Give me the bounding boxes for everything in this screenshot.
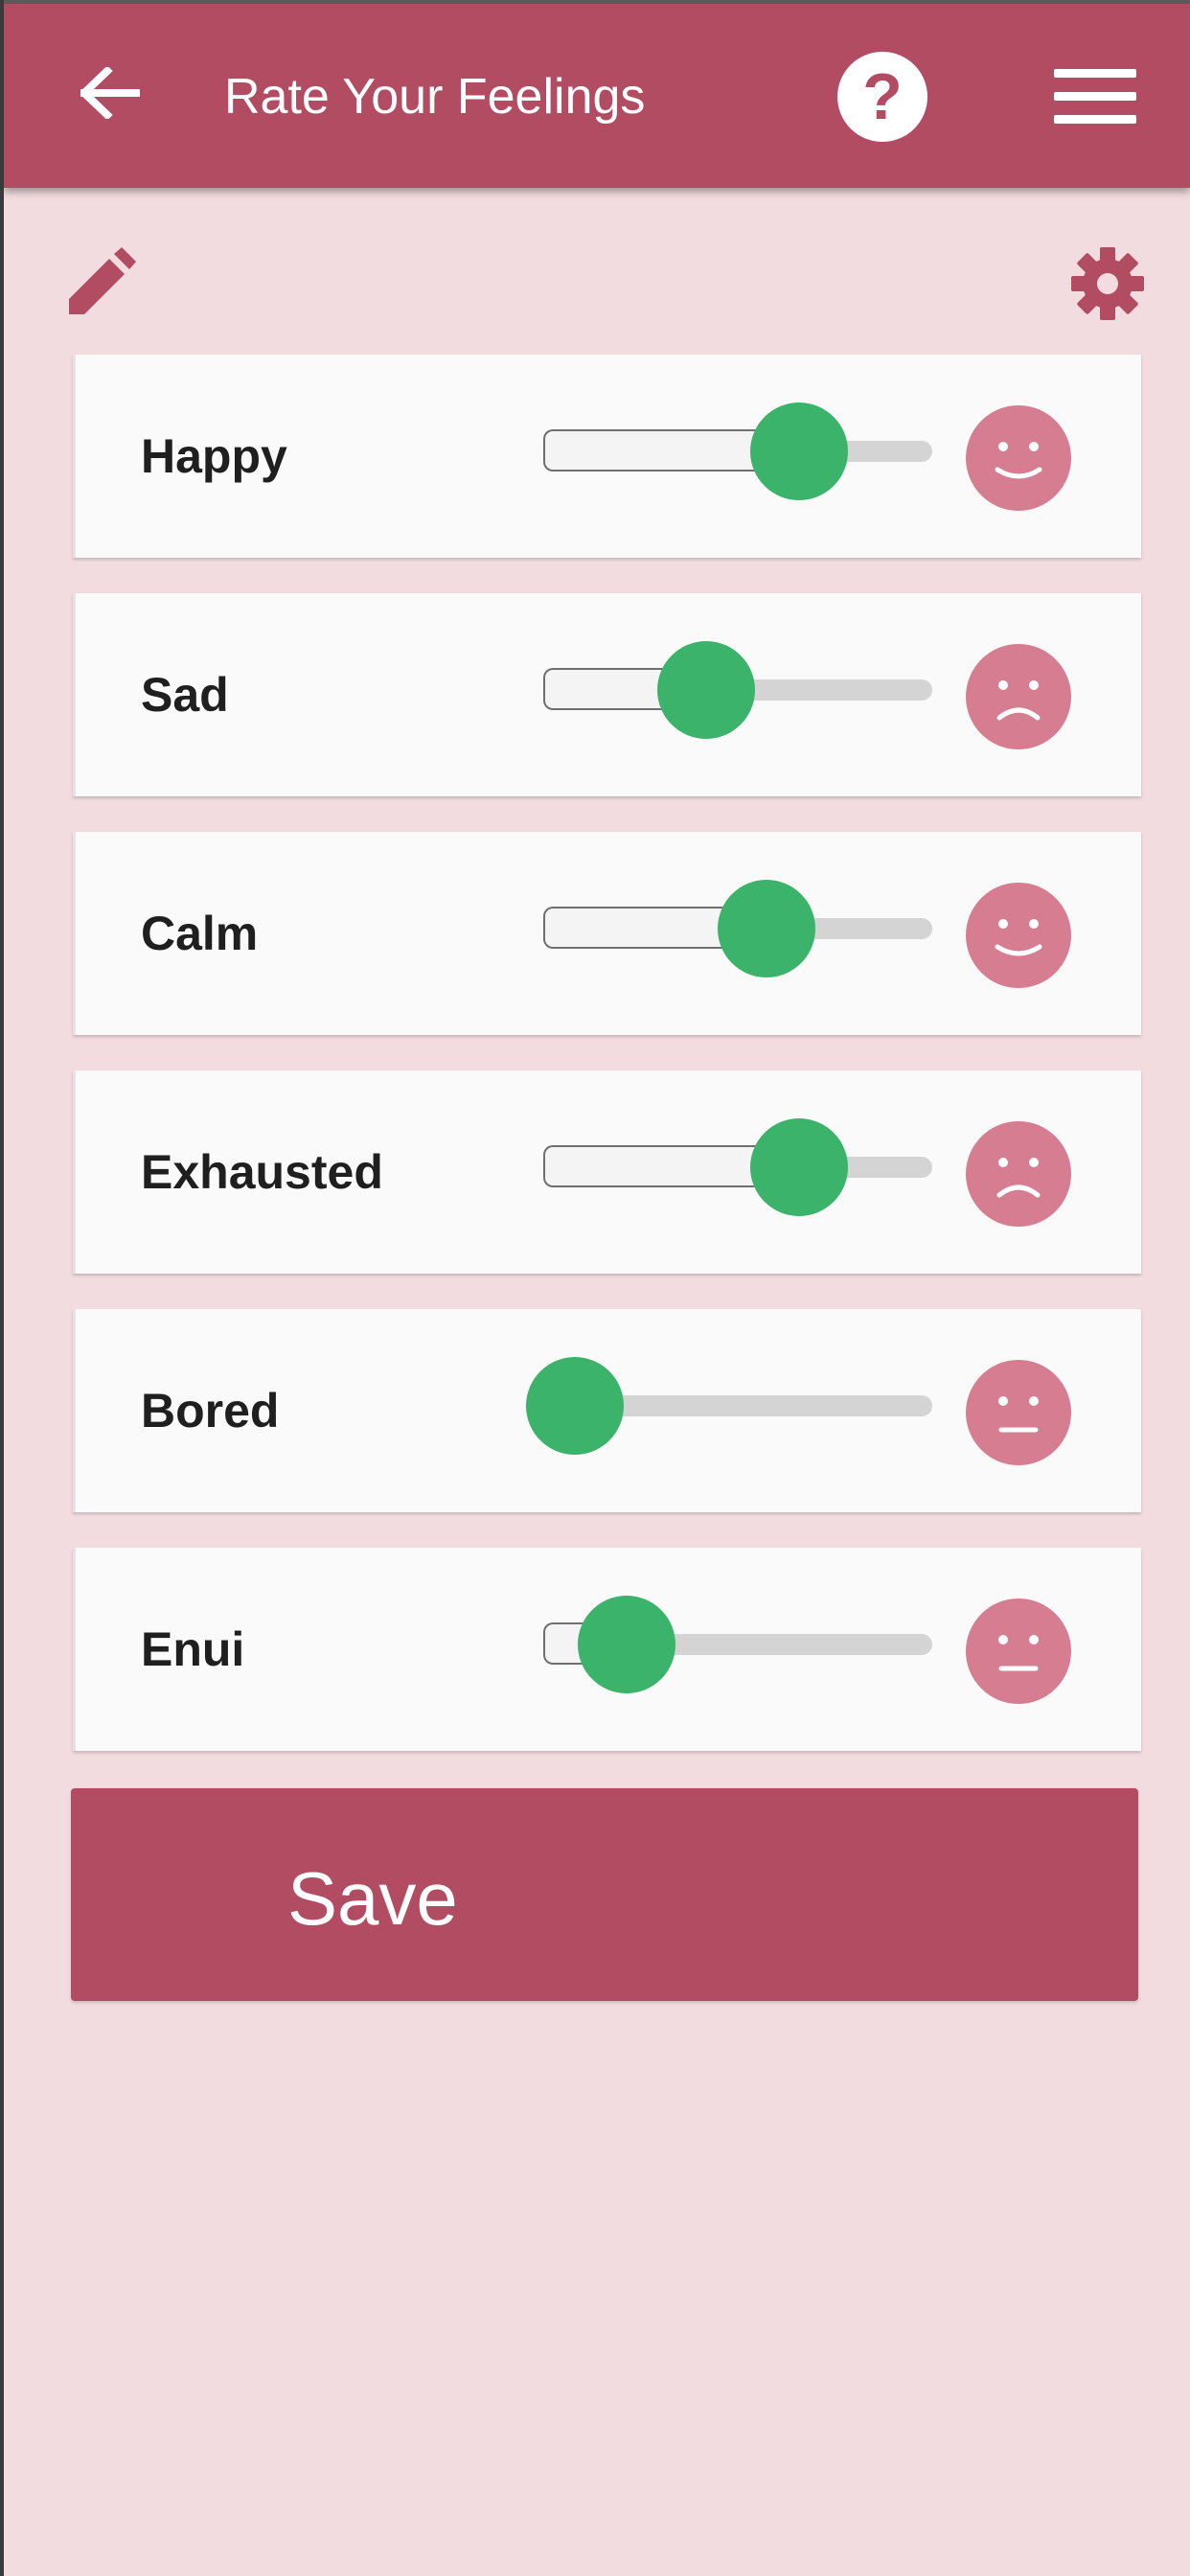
feeling-label: Bored (141, 1384, 280, 1438)
edit-button[interactable] (63, 247, 136, 320)
feeling-label: Calm (141, 907, 259, 960)
slider-thumb[interactable] (750, 402, 848, 500)
hamburger-menu-button[interactable] (1054, 67, 1140, 125)
smile-face-icon (965, 882, 1072, 989)
feeling-slider[interactable] (543, 1596, 932, 1693)
neutral-face-icon (965, 1598, 1072, 1705)
feeling-slider[interactable] (526, 1357, 932, 1455)
slider-thumb[interactable] (750, 1118, 848, 1216)
settings-button[interactable] (1069, 245, 1146, 322)
back-button[interactable] (77, 59, 144, 126)
slider-thumb[interactable] (657, 641, 755, 739)
feeling-label: Happy (141, 429, 287, 483)
feeling-slider[interactable] (543, 402, 932, 500)
feeling-card-bored: Bored (73, 1309, 1141, 1512)
feeling-card-sad: Sad (73, 593, 1141, 796)
feeling-label: Sad (141, 668, 229, 722)
smile-face-icon (965, 404, 1072, 512)
feeling-card-calm: Calm (73, 832, 1141, 1035)
app-bar: Rate Your Feelings ? (4, 0, 1190, 188)
hamburger-menu-icon-bar (1054, 115, 1136, 124)
feeling-card-enui: Enui (73, 1548, 1141, 1751)
hamburger-menu-icon-bar (1054, 69, 1136, 78)
slider-thumb[interactable] (718, 880, 815, 978)
page-title: Rate Your Feelings (224, 69, 646, 125)
feeling-label: Enui (141, 1622, 245, 1676)
feeling-slider[interactable] (543, 880, 932, 978)
frown-face-icon (965, 643, 1072, 750)
help-circle-icon: ? (862, 60, 903, 133)
frown-face-icon (965, 1120, 1072, 1228)
page: Rate Your Feelings ? Happy Sad Calm Exha… (4, 0, 1190, 2576)
slider-thumb[interactable] (578, 1596, 675, 1693)
app-bar-top-border (4, 0, 1190, 4)
feeling-card-happy: Happy (73, 355, 1141, 558)
save-button[interactable]: Save (71, 1788, 1138, 2001)
feeling-card-exhausted: Exhausted (73, 1070, 1141, 1274)
gear-icon (1071, 247, 1144, 320)
arrow-left-icon (80, 67, 140, 119)
hamburger-menu-icon-bar (1054, 92, 1136, 101)
feeling-slider[interactable] (543, 641, 932, 739)
neutral-face-icon (965, 1359, 1072, 1466)
feeling-label: Exhausted (141, 1145, 383, 1199)
pencil-icon (69, 247, 136, 314)
help-button[interactable]: ? (837, 52, 927, 142)
save-button-label: Save (287, 1856, 458, 1941)
slider-thumb[interactable] (526, 1357, 624, 1455)
feeling-slider[interactable] (543, 1118, 932, 1216)
